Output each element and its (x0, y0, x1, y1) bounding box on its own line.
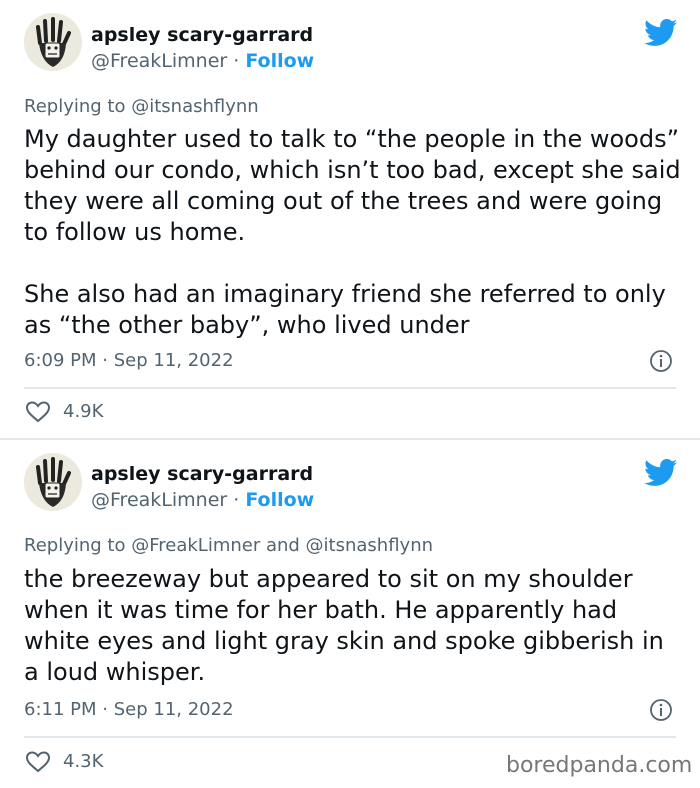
separator: · (102, 350, 108, 371)
display-name[interactable]: apsley scary-garrard (91, 24, 313, 46)
handle-line: @FreakLimner · Follow (91, 489, 314, 511)
twitter-bird-icon[interactable] (644, 459, 678, 487)
replying-prefix: Replying to (24, 535, 126, 556)
avatar-hand-drawing (24, 453, 82, 511)
date: Sep 11, 2022 (113, 699, 234, 720)
display-name[interactable]: apsley scary-garrard (91, 463, 313, 485)
avatar-hand-drawing (24, 13, 82, 71)
timestamp[interactable]: 6:09 PM · Sep 11, 2022 (24, 350, 234, 371)
timestamp[interactable]: 6:11 PM · Sep 11, 2022 (24, 699, 234, 720)
heart-icon[interactable] (25, 751, 51, 773)
tweet-divider (24, 387, 676, 389)
info-icon[interactable] (649, 349, 673, 373)
watermark: boredpanda.com (506, 753, 693, 778)
heart-icon[interactable] (25, 401, 51, 423)
separator: · (233, 489, 240, 511)
separator: · (102, 699, 108, 720)
replying-mention[interactable]: @itsnashflynn (131, 96, 258, 117)
avatar[interactable] (24, 13, 82, 71)
time: 6:11 PM (24, 699, 97, 720)
follow-button[interactable]: Follow (245, 50, 314, 72)
follow-button[interactable]: Follow (245, 489, 314, 511)
tweet-divider (24, 736, 676, 738)
time: 6:09 PM (24, 350, 97, 371)
tweet-text: My daughter used to talk to “the people … (24, 125, 681, 339)
avatar[interactable] (24, 453, 82, 511)
replying-prefix: Replying to (24, 96, 126, 117)
handle[interactable]: @FreakLimner (91, 50, 227, 72)
tweet-card: apsley scary-garrard @FreakLimner · Foll… (0, 440, 700, 788)
replying-mention[interactable]: @FreakLimner and @itsnashflynn (131, 535, 433, 556)
info-icon[interactable] (649, 698, 673, 722)
twitter-bird-icon[interactable] (644, 19, 678, 47)
handle-line: @FreakLimner · Follow (91, 50, 314, 72)
replying-to: Replying to @itsnashflynn (24, 96, 259, 117)
like-count[interactable]: 4.3K (63, 751, 103, 772)
date: Sep 11, 2022 (113, 350, 234, 371)
separator: · (233, 50, 240, 72)
tweet-text: the breezeway but appeared to sit on my … (24, 565, 664, 686)
tweet-card: apsley scary-garrard @FreakLimner · Foll… (0, 0, 700, 438)
handle[interactable]: @FreakLimner (91, 489, 227, 511)
replying-to: Replying to @FreakLimner and @itsnashfly… (24, 535, 433, 556)
like-count[interactable]: 4.9K (63, 401, 103, 422)
